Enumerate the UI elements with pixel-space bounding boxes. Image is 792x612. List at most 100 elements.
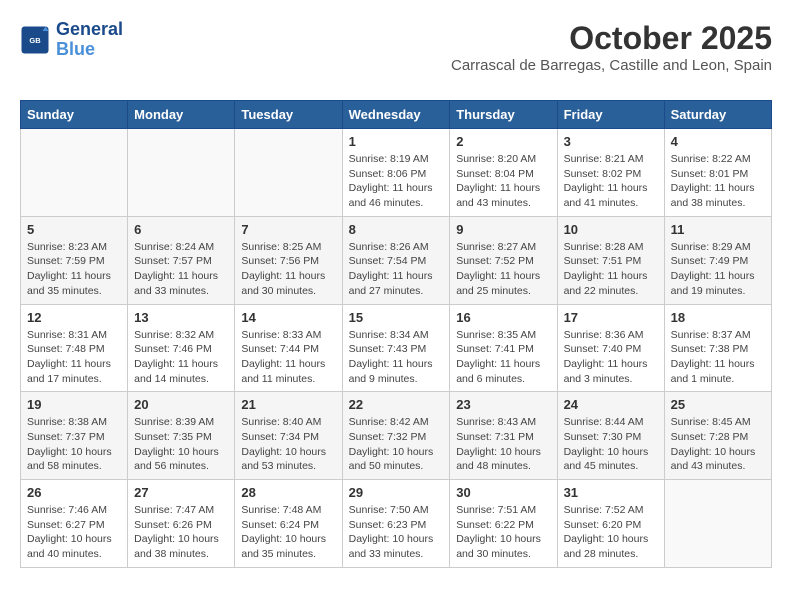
logo-icon: GB [20, 25, 50, 55]
day-info: Sunrise: 8:44 AM Sunset: 7:30 PM Dayligh… [564, 415, 658, 474]
day-cell: 26Sunrise: 7:46 AM Sunset: 6:27 PM Dayli… [21, 480, 128, 568]
day-number: 1 [349, 134, 444, 149]
day-info: Sunrise: 8:23 AM Sunset: 7:59 PM Dayligh… [27, 240, 121, 299]
day-number: 25 [671, 397, 765, 412]
week-row-5: 26Sunrise: 7:46 AM Sunset: 6:27 PM Dayli… [21, 480, 772, 568]
day-number: 16 [456, 310, 550, 325]
day-cell [664, 480, 771, 568]
weekday-header-saturday: Saturday [664, 101, 771, 129]
day-cell: 24 Sunrise: 8:44 AM Sunset: 7:30 PM Dayli… [557, 392, 664, 480]
day-number: 27 [134, 485, 228, 500]
day-number: 24 [564, 397, 658, 412]
day-cell: 13 Sunrise: 8:32 AM Sunset: 7:46 PM Dayli… [128, 304, 235, 392]
day-number: 11 [671, 222, 765, 237]
day-cell: 8Sunrise: 8:26 AM Sunset: 7:54 PM Daylig… [342, 216, 450, 304]
day-cell [128, 129, 235, 217]
day-info: Sunrise: 8:42 AM Sunset: 7:32 PM Dayligh… [349, 415, 444, 474]
day-cell: 23 Sunrise: 8:43 AM Sunset: 7:31 PM Dayli… [450, 392, 557, 480]
day-cell: 17 Sunrise: 8:36 AM Sunset: 7:40 PM Dayli… [557, 304, 664, 392]
day-info: Sunrise: 8:27 AM Sunset: 7:52 PM Dayligh… [456, 240, 550, 299]
weekday-header-friday: Friday [557, 101, 664, 129]
week-row-2: 5 Sunrise: 8:23 AM Sunset: 7:59 PM Daylig… [21, 216, 772, 304]
week-row-1: 1 Sunrise: 8:19 AM Sunset: 8:06 PM Daylig… [21, 129, 772, 217]
day-info: Sunrise: 8:35 AM Sunset: 7:41 PM Dayligh… [456, 328, 550, 387]
day-number: 12 [27, 310, 121, 325]
day-cell: 11 Sunrise: 8:29 AM Sunset: 7:49 PM Dayli… [664, 216, 771, 304]
day-info: Sunrise: 8:28 AM Sunset: 7:51 PM Dayligh… [564, 240, 658, 299]
day-number: 9 [456, 222, 550, 237]
logo-text: General Blue [56, 20, 123, 60]
day-info: Sunrise: 8:29 AM Sunset: 7:49 PM Dayligh… [671, 240, 765, 299]
day-info: Sunrise: 8:19 AM Sunset: 8:06 PM Dayligh… [349, 152, 444, 211]
day-info: Sunrise: 8:37 AM Sunset: 7:38 PM Dayligh… [671, 328, 765, 387]
day-info: Sunrise: 7:47 AM Sunset: 6:26 PM Dayligh… [134, 503, 228, 562]
day-cell: 20Sunrise: 8:39 AM Sunset: 7:35 PM Dayli… [128, 392, 235, 480]
title-section: October 2025 Carrascal de Barregas, Cast… [451, 20, 772, 86]
day-cell: 4Sunrise: 8:22 AM Sunset: 8:01 PM Daylig… [664, 129, 771, 217]
day-number: 7 [241, 222, 335, 237]
day-info: Sunrise: 8:22 AM Sunset: 8:01 PM Dayligh… [671, 152, 765, 211]
logo-line2: Blue [56, 40, 123, 60]
day-info: Sunrise: 8:43 AM Sunset: 7:31 PM Dayligh… [456, 415, 550, 474]
day-info: Sunrise: 7:51 AM Sunset: 6:22 PM Dayligh… [456, 503, 550, 562]
day-info: Sunrise: 8:33 AM Sunset: 7:44 PM Dayligh… [241, 328, 335, 387]
day-number: 30 [456, 485, 550, 500]
day-cell: 6 Sunrise: 8:24 AM Sunset: 7:57 PM Daylig… [128, 216, 235, 304]
day-cell: 19Sunrise: 8:38 AM Sunset: 7:37 PM Dayli… [21, 392, 128, 480]
day-number: 5 [27, 222, 121, 237]
day-cell: 14 Sunrise: 8:33 AM Sunset: 7:44 PM Dayli… [235, 304, 342, 392]
day-cell: 15 Sunrise: 8:34 AM Sunset: 7:43 PM Dayli… [342, 304, 450, 392]
day-info: Sunrise: 7:50 AM Sunset: 6:23 PM Dayligh… [349, 503, 444, 562]
day-cell: 21Sunrise: 8:40 AM Sunset: 7:34 PM Dayli… [235, 392, 342, 480]
day-cell: 5 Sunrise: 8:23 AM Sunset: 7:59 PM Daylig… [21, 216, 128, 304]
day-info: Sunrise: 8:45 AM Sunset: 7:28 PM Dayligh… [671, 415, 765, 474]
day-number: 6 [134, 222, 228, 237]
day-cell: 1 Sunrise: 8:19 AM Sunset: 8:06 PM Daylig… [342, 129, 450, 217]
logo: GB General Blue [20, 20, 123, 60]
day-number: 14 [241, 310, 335, 325]
weekday-header-wednesday: Wednesday [342, 101, 450, 129]
day-number: 19 [27, 397, 121, 412]
day-cell: 30 Sunrise: 7:51 AM Sunset: 6:22 PM Dayli… [450, 480, 557, 568]
day-info: Sunrise: 8:36 AM Sunset: 7:40 PM Dayligh… [564, 328, 658, 387]
day-number: 31 [564, 485, 658, 500]
day-info: Sunrise: 7:48 AM Sunset: 6:24 PM Dayligh… [241, 503, 335, 562]
day-cell: 29Sunrise: 7:50 AM Sunset: 6:23 PM Dayli… [342, 480, 450, 568]
day-cell: 27 Sunrise: 7:47 AM Sunset: 6:26 PM Dayli… [128, 480, 235, 568]
day-cell: 3 Sunrise: 8:21 AM Sunset: 8:02 PM Daylig… [557, 129, 664, 217]
day-cell: 18 Sunrise: 8:37 AM Sunset: 7:38 PM Dayli… [664, 304, 771, 392]
day-number: 15 [349, 310, 444, 325]
day-cell: 2 Sunrise: 8:20 AM Sunset: 8:04 PM Daylig… [450, 129, 557, 217]
day-info: Sunrise: 8:40 AM Sunset: 7:34 PM Dayligh… [241, 415, 335, 474]
week-row-3: 12Sunrise: 8:31 AM Sunset: 7:48 PM Dayli… [21, 304, 772, 392]
day-number: 17 [564, 310, 658, 325]
day-cell: 10 Sunrise: 8:28 AM Sunset: 7:51 PM Dayli… [557, 216, 664, 304]
week-row-4: 19Sunrise: 8:38 AM Sunset: 7:37 PM Dayli… [21, 392, 772, 480]
day-info: Sunrise: 8:26 AM Sunset: 7:54 PM Dayligh… [349, 240, 444, 299]
day-info: Sunrise: 7:52 AM Sunset: 6:20 PM Dayligh… [564, 503, 658, 562]
day-number: 3 [564, 134, 658, 149]
weekday-header-sunday: Sunday [21, 101, 128, 129]
day-cell: 22Sunrise: 8:42 AM Sunset: 7:32 PM Dayli… [342, 392, 450, 480]
day-cell: 9 Sunrise: 8:27 AM Sunset: 7:52 PM Daylig… [450, 216, 557, 304]
day-cell: 31 Sunrise: 7:52 AM Sunset: 6:20 PM Dayli… [557, 480, 664, 568]
day-cell: 16 Sunrise: 8:35 AM Sunset: 7:41 PM Dayli… [450, 304, 557, 392]
day-number: 10 [564, 222, 658, 237]
day-number: 13 [134, 310, 228, 325]
day-info: Sunrise: 8:24 AM Sunset: 7:57 PM Dayligh… [134, 240, 228, 299]
day-info: Sunrise: 8:32 AM Sunset: 7:46 PM Dayligh… [134, 328, 228, 387]
day-info: Sunrise: 8:20 AM Sunset: 8:04 PM Dayligh… [456, 152, 550, 211]
day-number: 18 [671, 310, 765, 325]
calendar: SundayMondayTuesdayWednesdayThursdayFrid… [20, 100, 772, 568]
day-number: 26 [27, 485, 121, 500]
logo-line1: General [56, 20, 123, 40]
day-number: 23 [456, 397, 550, 412]
day-cell [235, 129, 342, 217]
weekday-header-row: SundayMondayTuesdayWednesdayThursdayFrid… [21, 101, 772, 129]
location-title: Carrascal de Barregas, Castille and Leon… [451, 57, 772, 74]
day-info: Sunrise: 8:21 AM Sunset: 8:02 PM Dayligh… [564, 152, 658, 211]
day-cell: 28Sunrise: 7:48 AM Sunset: 6:24 PM Dayli… [235, 480, 342, 568]
day-cell: 25 Sunrise: 8:45 AM Sunset: 7:28 PM Dayli… [664, 392, 771, 480]
day-number: 2 [456, 134, 550, 149]
day-info: Sunrise: 8:34 AM Sunset: 7:43 PM Dayligh… [349, 328, 444, 387]
